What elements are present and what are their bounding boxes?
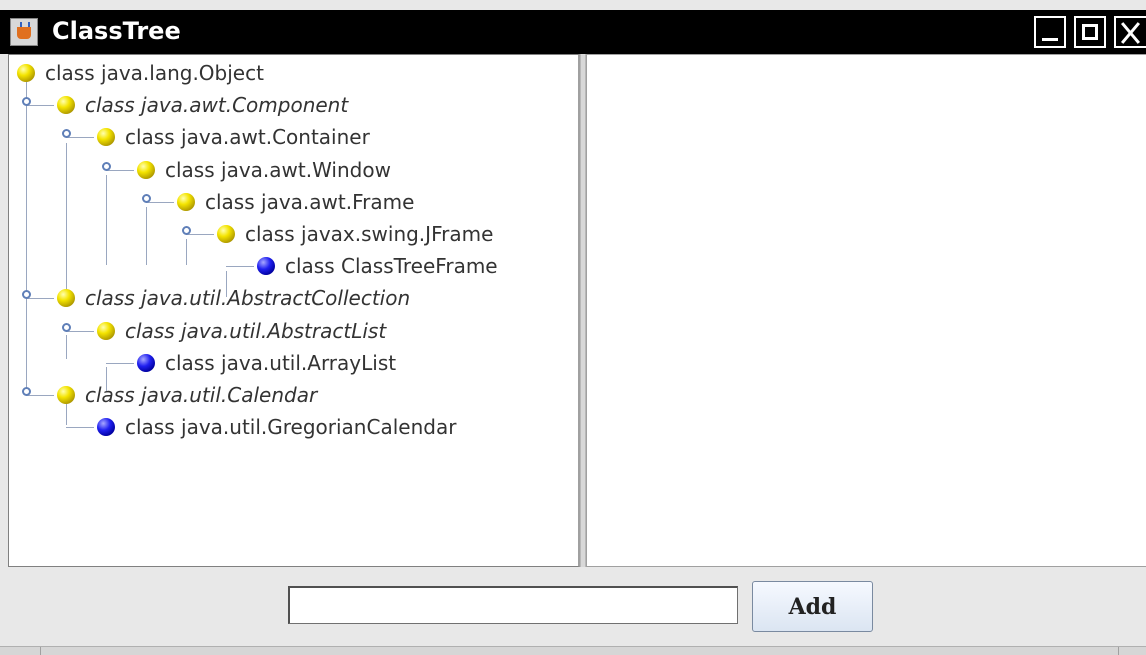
tree-node-label: class java.awt.Component xyxy=(85,93,349,118)
tree-node-label: class java.util.AbstractList xyxy=(125,318,387,343)
expand-handle-icon[interactable] xyxy=(62,322,71,332)
class-node-icon xyxy=(97,128,115,147)
tree-node[interactable]: class java.util.AbstractCollection xyxy=(57,282,410,314)
tree-node-label: class java.awt.Window xyxy=(165,157,391,182)
tree-node-label: class ClassTreeFrame xyxy=(285,254,498,279)
tree-node[interactable]: class java.util.AbstractList xyxy=(97,315,386,347)
class-node-icon xyxy=(137,160,155,179)
expand-handle-icon[interactable] xyxy=(182,226,191,235)
tree-node[interactable]: class java.awt.Container xyxy=(97,121,370,153)
class-node-icon xyxy=(97,321,115,340)
tree-node-label: class java.util.Calendar xyxy=(85,383,318,407)
maximize-icon[interactable] xyxy=(1074,16,1106,48)
add-button[interactable]: Add xyxy=(752,581,873,632)
class-node-icon xyxy=(57,386,75,404)
window-title: ClassTree xyxy=(52,17,181,45)
close-icon[interactable] xyxy=(1114,16,1146,48)
classtree-window: ClassTree class java.lang.Object class ja… xyxy=(0,0,1146,655)
tree-node-label: class java.util.GregorianCalendar xyxy=(125,415,457,440)
class-node-icon xyxy=(57,289,75,308)
tree-node[interactable]: class java.util.ArrayList xyxy=(137,347,396,379)
expand-handle-icon[interactable] xyxy=(142,193,151,203)
concrete-class-icon xyxy=(137,353,155,372)
title-bar[interactable]: ClassTree xyxy=(0,10,1146,54)
class-tree-pane[interactable]: class java.lang.Object class java.awt.Com… xyxy=(8,54,580,567)
tree-node[interactable]: class ClassTreeFrame xyxy=(257,250,498,282)
class-tree[interactable]: class java.lang.Object class java.awt.Com… xyxy=(9,55,578,566)
tree-node-label: class java.util.AbstractCollection xyxy=(85,286,411,311)
tree-node[interactable]: class java.awt.Component xyxy=(57,89,348,121)
tree-node[interactable]: class java.awt.Window xyxy=(137,154,391,186)
class-node-icon xyxy=(217,225,235,243)
tree-node-label: class java.util.ArrayList xyxy=(165,350,397,375)
concrete-class-icon xyxy=(257,257,275,276)
details-pane[interactable] xyxy=(586,54,1146,567)
tree-node[interactable]: class java.util.Calendar xyxy=(57,379,317,411)
tree-node-label: class javax.swing.JFrame xyxy=(245,222,494,246)
tree-node[interactable]: class java.util.GregorianCalendar xyxy=(97,411,456,443)
expand-handle-icon[interactable] xyxy=(102,161,111,171)
minimize-icon[interactable] xyxy=(1034,16,1066,48)
tree-node-label: class java.awt.Frame xyxy=(205,189,415,214)
tree-node[interactable]: class javax.swing.JFrame xyxy=(217,218,493,250)
tree-node[interactable]: class java.awt.Frame xyxy=(177,186,414,218)
tree-node[interactable]: class java.lang.Object xyxy=(17,57,264,89)
class-node-icon xyxy=(17,64,35,82)
concrete-class-icon xyxy=(97,418,115,437)
class-node-icon xyxy=(57,96,75,115)
expand-handle-icon[interactable] xyxy=(22,387,31,396)
java-cup-icon[interactable] xyxy=(10,18,38,46)
tree-node-label: class java.awt.Container xyxy=(125,125,370,150)
split-pane: class java.lang.Object class java.awt.Com… xyxy=(8,54,1146,567)
tree-node-label: class java.lang.Object xyxy=(45,61,264,85)
class-node-icon xyxy=(177,192,195,211)
class-name-input[interactable] xyxy=(288,586,738,624)
